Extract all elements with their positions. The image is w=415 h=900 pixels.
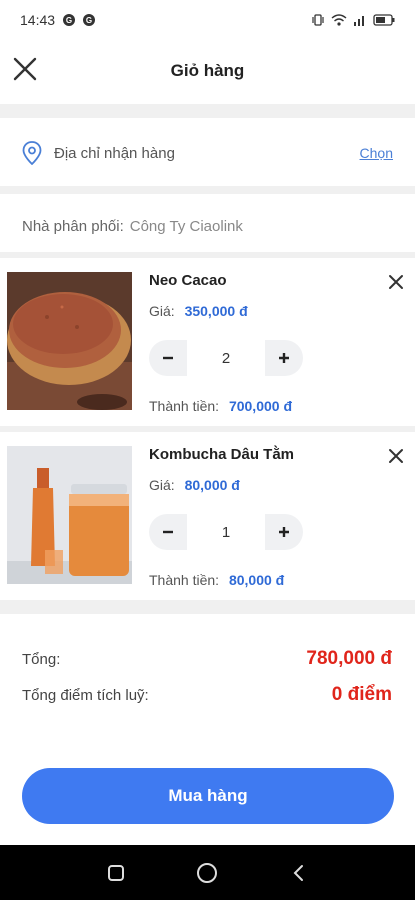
notification-icon: G (63, 14, 76, 26)
quantity-field[interactable]: 1 (187, 514, 265, 550)
divider (0, 600, 415, 614)
minus-icon (163, 356, 173, 360)
price-value: 80,000 đ (184, 477, 240, 493)
back-icon (293, 864, 304, 881)
location-pin-icon (22, 141, 42, 165)
home-icon (197, 862, 218, 883)
plus-icon (279, 527, 289, 537)
price-value: 350,000 đ (184, 303, 248, 319)
product-image-kombucha (7, 446, 132, 584)
price-label: Giá: (149, 477, 175, 493)
product-name: Kombucha Dâu Tằm (149, 446, 295, 463)
quantity-stepper: 2 (149, 340, 303, 376)
divider (0, 104, 415, 118)
minus-icon (163, 530, 173, 534)
status-bar: 14:43 G G (0, 0, 415, 40)
notification-icon: G (83, 14, 96, 26)
system-nav-bar (0, 845, 415, 900)
points-label: Tổng điểm tích luỹ: (22, 686, 149, 704)
recent-apps-icon (107, 864, 124, 881)
signal-icon (354, 16, 364, 26)
subtotal-row: Thành tiền: 700,000 đ (149, 398, 292, 414)
distributor-row: Nhà phân phối: Công Ty Ciaolink (0, 194, 415, 258)
delivery-address-row[interactable]: Địa chỉ nhận hàng Chọn (0, 120, 415, 186)
points-value: 0 điểm (331, 684, 392, 705)
buy-button[interactable]: Mua hàng (22, 768, 394, 824)
page-title: Giỏ hàng (170, 61, 245, 80)
total-label: Tổng: (22, 650, 61, 668)
app-header: Giỏ hàng (0, 40, 415, 102)
subtotal-value: 700,000 đ (228, 398, 293, 414)
total-row: Tổng: 780,000 đ (22, 648, 392, 670)
address-placeholder: Địa chỉ nhận hàng (54, 144, 175, 162)
points-row: Tổng điểm tích luỹ: 0 điểm (22, 684, 392, 706)
product-image-cacao (7, 272, 132, 410)
distributor-value: Công Ty Ciaolink (129, 217, 243, 235)
status-time: 14:43 (20, 12, 56, 28)
plus-button[interactable] (265, 514, 303, 550)
price-label: Giá: (149, 303, 175, 319)
subtotal-row: Thành tiền: 80,000 đ (149, 572, 284, 588)
subtotal-label: Thành tiền: (149, 572, 220, 588)
recent-apps-button[interactable] (101, 858, 131, 888)
remove-icon[interactable] (386, 446, 406, 466)
plus-icon (279, 353, 289, 363)
home-button[interactable] (192, 858, 222, 888)
quantity-field[interactable]: 2 (187, 340, 265, 376)
cart-item: Neo Cacao Giá: 350,000 đ 2 Thành tiền: 7… (0, 258, 415, 426)
minus-button[interactable] (149, 340, 187, 376)
close-icon[interactable] (12, 56, 38, 82)
price-row: Giá: 350,000 đ (149, 303, 248, 319)
vibrate-icon (312, 14, 324, 26)
cart-item: Kombucha Dâu Tằm Giá: 80,000 đ 1 Thành t… (0, 432, 415, 600)
plus-button[interactable] (265, 340, 303, 376)
distributor-label: Nhà phân phối: (22, 217, 124, 235)
product-name: Neo Cacao (149, 272, 227, 289)
price-row: Giá: 80,000 đ (149, 477, 240, 493)
remove-icon[interactable] (386, 272, 406, 292)
subtotal-label: Thành tiền: (149, 398, 220, 414)
wifi-icon (331, 14, 347, 26)
back-button[interactable] (284, 858, 314, 888)
quantity-stepper: 1 (149, 514, 303, 550)
total-value: 780,000 đ (306, 648, 392, 669)
divider (0, 186, 415, 194)
battery-icon (373, 14, 395, 26)
minus-button[interactable] (149, 514, 187, 550)
choose-address-link[interactable]: Chọn (360, 145, 393, 161)
subtotal-value: 80,000 đ (228, 572, 285, 588)
